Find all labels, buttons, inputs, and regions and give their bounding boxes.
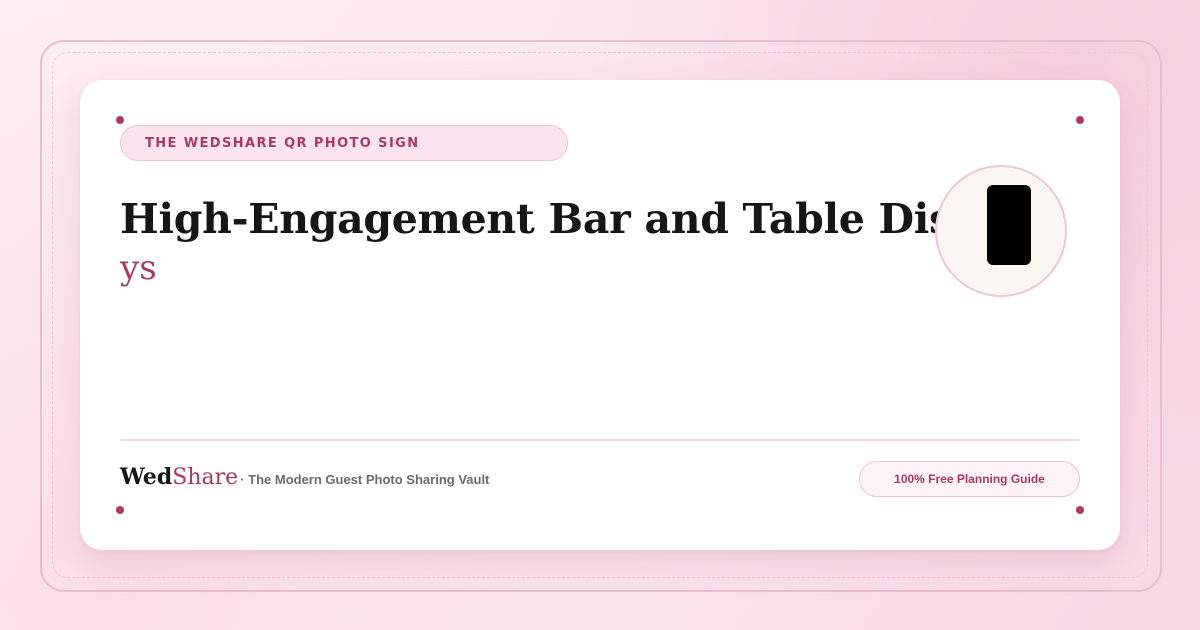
free-guide-label: 100% Free Planning Guide (894, 472, 1045, 486)
corner-dot-top-right (1076, 116, 1084, 124)
phone-icon (987, 185, 1031, 265)
page-title-overflow: ys (120, 248, 157, 288)
brand-lockup: Wed Share · The Modern Guest Photo Shari… (120, 464, 489, 490)
page-title: High-Engagement Bar and Table Displa... (120, 195, 1030, 243)
corner-dot-top-left (116, 116, 124, 124)
content-card: THE WEDSHARE QR PHOTO SIGN High-Engageme… (80, 80, 1120, 550)
free-guide-button[interactable]: 100% Free Planning Guide (859, 461, 1080, 497)
eyebrow-pill: THE WEDSHARE QR PHOTO SIGN (120, 125, 568, 161)
brand-name-wed: Wed (120, 464, 173, 490)
eyebrow-label: THE WEDSHARE QR PHOTO SIGN (145, 135, 420, 151)
brand-name-share: Share (172, 465, 239, 490)
brand-tagline: · The Modern Guest Photo Sharing Vault (240, 472, 490, 487)
divider (120, 439, 1080, 441)
phone-badge (935, 165, 1067, 297)
corner-dot-bottom-right (1076, 506, 1084, 514)
corner-dot-bottom-left (116, 506, 124, 514)
